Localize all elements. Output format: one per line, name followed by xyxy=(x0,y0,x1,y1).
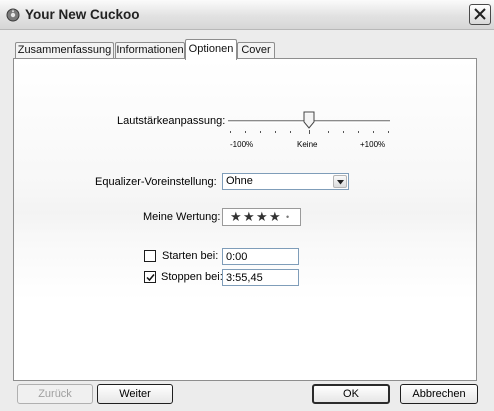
volume-mid-label: Keine xyxy=(297,140,318,149)
tab-optionen[interactable]: Optionen xyxy=(185,39,237,60)
start-checkbox[interactable] xyxy=(144,250,156,262)
slider-tick xyxy=(275,131,276,133)
rating-control[interactable]: ★ ★ ★ ★ • xyxy=(222,208,301,226)
back-button[interactable]: Zurück xyxy=(17,384,93,404)
next-button[interactable]: Weiter xyxy=(97,384,173,404)
slider-tick xyxy=(328,131,329,133)
chevron-down-icon[interactable] xyxy=(333,175,347,188)
tab-cover[interactable]: Cover xyxy=(237,42,275,58)
start-time-input[interactable]: 0:00 xyxy=(222,248,299,265)
start-time-value: 0:00 xyxy=(226,251,248,263)
ok-button[interactable]: OK xyxy=(312,384,390,404)
equalizer-label: Equalizer-Voreinstellung: xyxy=(95,176,217,188)
tab-zusammenfassung[interactable]: Zusammenfassung xyxy=(15,42,114,58)
star-icon[interactable]: ★ xyxy=(256,210,268,224)
stop-time-input[interactable]: 3:55,45 xyxy=(222,269,299,286)
slider-tick xyxy=(245,131,246,133)
volume-min-label: -100% xyxy=(230,140,254,149)
slider-tick xyxy=(358,131,359,133)
checkmark-icon xyxy=(146,274,155,282)
rating-label: Meine Wertung: xyxy=(143,211,221,223)
star-icon[interactable]: ★ xyxy=(269,210,281,224)
slider-tick xyxy=(388,131,389,133)
volume-label: Lautstärkeanpassung: xyxy=(117,115,226,127)
slider-tick xyxy=(343,131,344,133)
equalizer-value: Ohne xyxy=(226,175,253,187)
stop-label: Stoppen bei: xyxy=(161,271,223,283)
stop-checkbox[interactable] xyxy=(144,271,156,283)
star-icon[interactable]: ★ xyxy=(243,210,255,224)
empty-star-dot-icon[interactable]: • xyxy=(286,212,289,222)
equalizer-select[interactable]: Ohne xyxy=(222,173,349,190)
close-button[interactable] xyxy=(469,4,491,25)
title-bar: Your New Cuckoo xyxy=(0,0,494,30)
stop-time-value: 3:55,45 xyxy=(226,272,263,284)
slider-tick xyxy=(230,131,231,133)
cancel-button[interactable]: Abbrechen xyxy=(400,384,478,404)
tab-informationen[interactable]: Informationen xyxy=(115,42,185,58)
start-label: Starten bei: xyxy=(162,250,219,262)
close-x-icon xyxy=(474,8,486,20)
volume-max-label: +100% xyxy=(360,140,386,149)
cuckoo-app-icon xyxy=(6,8,20,22)
star-icon[interactable]: ★ xyxy=(230,210,242,224)
slider-tick xyxy=(373,131,374,133)
window-title: Your New Cuckoo xyxy=(25,7,140,22)
slider-tick xyxy=(290,131,291,133)
slider-tick xyxy=(260,131,261,133)
volume-slider-thumb[interactable] xyxy=(303,111,315,132)
